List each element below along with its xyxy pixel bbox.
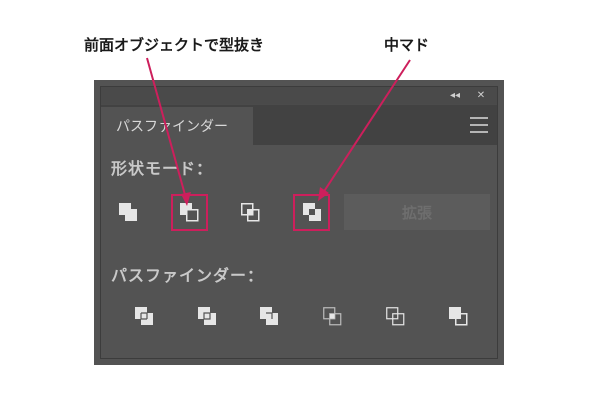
divide-button[interactable] [129,301,159,331]
crop-icon [323,307,342,326]
intersect-icon [241,203,260,222]
collapse-panel-icon[interactable]: ◂◂ [445,87,465,104]
crop-button[interactable] [317,301,347,331]
divide-icon [135,307,153,325]
trim-icon [198,307,216,325]
panel-frame: ◂◂ ✕ パスファインダー 形状モード： 拡張 パスファインダー： [100,86,498,359]
panel-content: 形状モード： 拡張 パスファインダー： [101,145,497,358]
unite-button[interactable] [113,197,143,227]
exclude-highlight [293,194,330,231]
close-panel-icon[interactable]: ✕ [471,87,491,104]
intersect-button[interactable] [235,197,265,227]
pathfinder-panel: ◂◂ ✕ パスファインダー 形状モード： 拡張 パスファインダー： [94,80,504,365]
minus-back-icon [449,307,468,326]
unite-icon [119,203,137,221]
pathfinders-label: パスファインダー： [111,266,265,285]
outline-icon [386,307,405,326]
expand-button[interactable]: 拡張 [344,194,490,230]
outline-button[interactable] [380,301,410,331]
panel-titlebar[interactable]: ◂◂ ✕ [101,87,497,104]
tab-pathfinder[interactable]: パスファインダー [101,107,253,145]
annotation-exclude: 中マド [384,36,430,54]
annotation-minus-front: 前面オブジェクトで型抜き [84,36,265,54]
tab-bar: パスファインダー [101,105,497,145]
trim-button[interactable] [192,301,222,331]
merge-button[interactable] [254,301,284,331]
panel-menu-icon[interactable] [470,117,488,133]
minus-front-highlight [171,194,208,231]
shape-modes-label: 形状モード： [111,159,214,178]
minus-back-button[interactable] [443,301,473,331]
merge-icon [260,307,278,325]
